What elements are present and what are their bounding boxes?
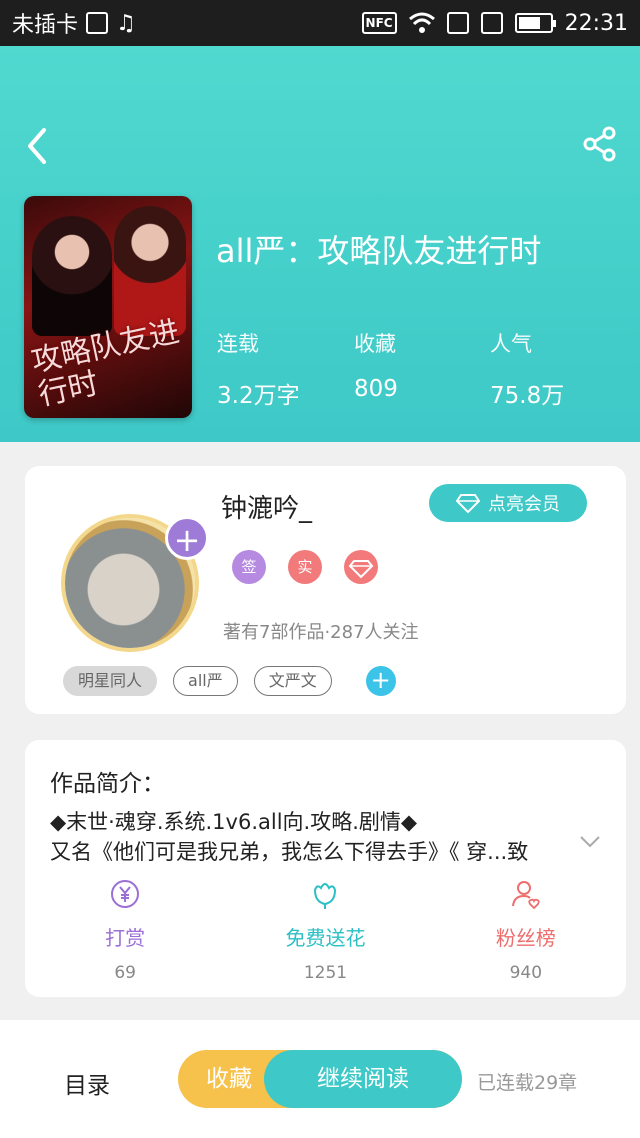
stat-favorites: 收藏 809 (354, 328, 398, 402)
carrier-label: 未插卡 (12, 13, 79, 38)
action-label: 打赏 (105, 926, 146, 950)
book-header: 攻略队友进行时 all严：攻略队友进行时 连载 3.2万字 收藏 809 人气 … (0, 46, 640, 442)
action-label: 免费送花 (285, 926, 366, 950)
share-icon[interactable] (582, 126, 618, 162)
action-count: 1251 (303, 963, 348, 983)
chapter-count: 已连载29章 (477, 1072, 578, 1094)
action-count: 940 (509, 963, 543, 983)
back-chevron-icon[interactable] (22, 126, 50, 166)
sim-icon (86, 12, 109, 34)
stat-value: 809 (354, 376, 398, 402)
add-tag-icon[interactable]: + (365, 666, 396, 696)
author-meta: 著有7部作品·287人关注 (223, 622, 419, 643)
wifi-icon (408, 12, 435, 33)
stat-value: 3.2万字 (217, 383, 300, 409)
clock: 22:31 (564, 10, 628, 36)
verified-badge: 实 (288, 550, 322, 584)
intro-line-1: ◆末世·魂穿.系统.1v6.all向.攻略.剧情◆ (50, 810, 418, 834)
status-bar: 未插卡 ♫ NFC 22:31 (0, 0, 640, 46)
chevron-down-icon[interactable] (579, 835, 601, 849)
book-cover[interactable]: 攻略队友进行时 (24, 196, 192, 418)
fan-ranking-icon (511, 881, 540, 910)
book-title: all严：攻略队友进行时 (216, 232, 542, 270)
yen-coin-icon (111, 880, 140, 908)
intro-title: 作品简介： (50, 771, 165, 797)
author-name[interactable]: 钟漉吟_ (221, 488, 312, 525)
nfc-icon: NFC (361, 12, 397, 34)
follow-plus-icon[interactable]: + (165, 516, 209, 560)
action-count: 69 (114, 963, 136, 983)
action-pill: 收藏 继续阅读 (178, 1050, 462, 1108)
author-avatar-wrap[interactable]: + (55, 508, 209, 658)
stat-label: 连载 (217, 332, 259, 356)
fans-action[interactable]: 粉丝榜 940 (426, 878, 626, 983)
flower-icon (314, 883, 337, 909)
toc-button[interactable]: 目录 (64, 1066, 110, 1100)
music-icon: ♫ (116, 10, 136, 36)
signal-icon-2 (480, 12, 503, 34)
flower-action[interactable]: 免费送花 1251 (225, 878, 425, 983)
author-badges: 签 实 (232, 550, 378, 584)
action-row: 打赏 69 免费送花 1251 粉丝榜 940 (25, 878, 626, 983)
diamond-icon (456, 494, 480, 514)
diamond-badge-icon (344, 550, 378, 584)
stat-popularity: 人气 75.8万 (490, 328, 564, 410)
stat-label: 人气 (490, 332, 532, 356)
tag-list: 明星同人 all严 文严文 + (63, 666, 396, 696)
tag-chip[interactable]: 明星同人 (63, 666, 158, 696)
tag-chip[interactable]: all严 (173, 666, 238, 696)
author-card: + 钟漉吟_ 点亮会员 签 实 著有7部作品·287人关注 明星同人 all严 … (25, 466, 626, 714)
signal-icon (446, 12, 469, 34)
action-label: 粉丝榜 (495, 926, 556, 950)
battery-icon (514, 13, 556, 33)
cover-figure-left (32, 216, 112, 336)
vip-button[interactable]: 点亮会员 (429, 484, 587, 522)
stat-label: 收藏 (354, 332, 396, 356)
continue-reading-button[interactable]: 继续阅读 (264, 1050, 462, 1108)
vip-label: 点亮会员 (488, 494, 560, 515)
bottom-bar: 目录 收藏 继续阅读 已连载29章 (0, 1020, 640, 1138)
stat-value: 75.8万 (490, 383, 565, 409)
intro-card: 作品简介： ◆末世·魂穿.系统.1v6.all向.攻略.剧情◆ 又名《他们可是我… (25, 740, 626, 997)
tip-action[interactable]: 打赏 69 (25, 878, 225, 983)
intro-line-2: 又名《他们可是我兄弟，我怎么下得去手》《 穿...致 (50, 840, 529, 864)
signed-badge: 签 (232, 550, 266, 584)
tag-chip[interactable]: 文严文 (253, 666, 332, 696)
stat-serial: 连载 3.2万字 (217, 328, 300, 410)
